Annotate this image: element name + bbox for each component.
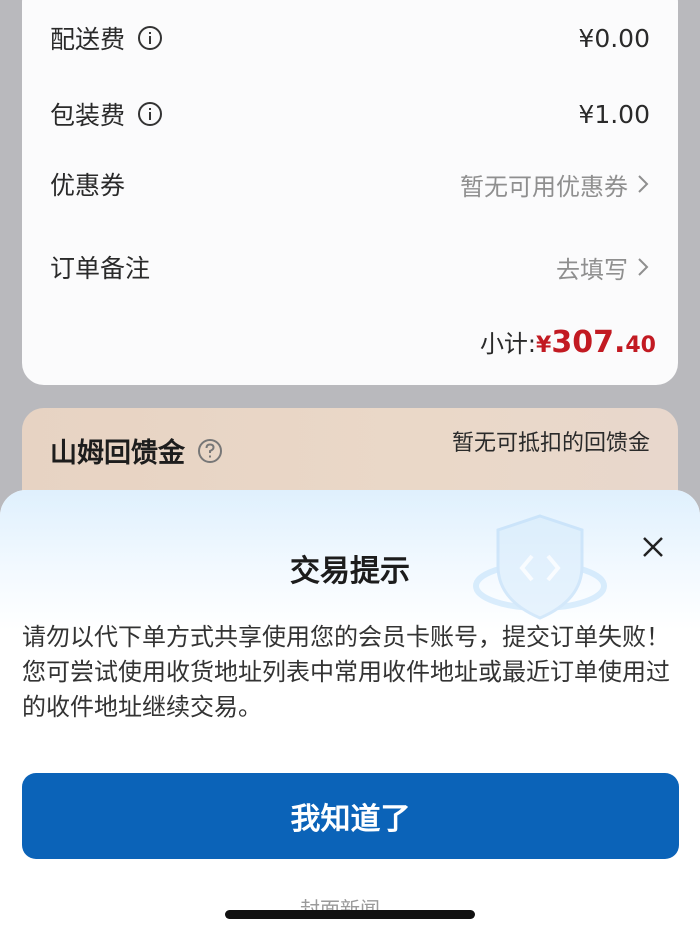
packaging-fee-label: 包装费 [50,101,126,130]
delivery-fee-row: 配送费 ¥0.00 [50,18,650,58]
cashback-title-text: 山姆回馈金 [50,438,185,469]
packaging-fee-value: ¥1.00 [578,99,650,129]
order-remark-row[interactable]: 订单备注 去填写 [50,247,650,287]
chevron-right-icon [638,258,649,276]
subtotal-label: 小计: [479,330,537,358]
packaging-fee-row: 包装费 ¥1.00 [50,94,650,134]
delivery-fee-value: ¥0.00 [578,23,650,53]
cashback-note: 暂无可抵扣的回馈金 [451,431,650,456]
subtotal: 小计: ¥307.40 [480,324,656,360]
dialog-message: 请勿以代下单方式共享使用您的会员卡账号，提交订单失败！您可尝试使用收货地址列表中… [22,623,670,721]
home-indicator[interactable] [225,910,475,919]
cashback-title: 山姆回馈金 [50,431,223,470]
info-icon[interactable] [137,25,163,51]
help-icon[interactable] [197,438,223,464]
dialog-title: 交易提示 [290,554,410,589]
order-remark-label: 订单备注 [50,254,151,283]
acknowledge-button[interactable]: 我知道了 [22,773,679,859]
subtotal-decimal: 40 [625,333,656,358]
order-remark-value: 去填写 [556,255,628,284]
delivery-fee-label: 配送费 [50,25,126,54]
info-icon[interactable] [137,101,163,127]
chevron-right-icon [638,175,649,193]
coupon-value: 暂无可用优惠券 [460,172,628,201]
coupon-row[interactable]: 优惠券 暂无可用优惠券 [50,164,650,204]
subtotal-integer: 307. [551,325,626,360]
trade-notice-sheet: 交易提示 请勿以代下单方式共享使用您的会员卡账号，提交订单失败！您可尝试使用收货… [0,490,700,933]
subtotal-amount: ¥307.40 [536,325,656,360]
coupon-label: 优惠券 [50,171,126,200]
subtotal-currency: ¥ [536,333,552,358]
close-icon[interactable] [636,530,670,564]
